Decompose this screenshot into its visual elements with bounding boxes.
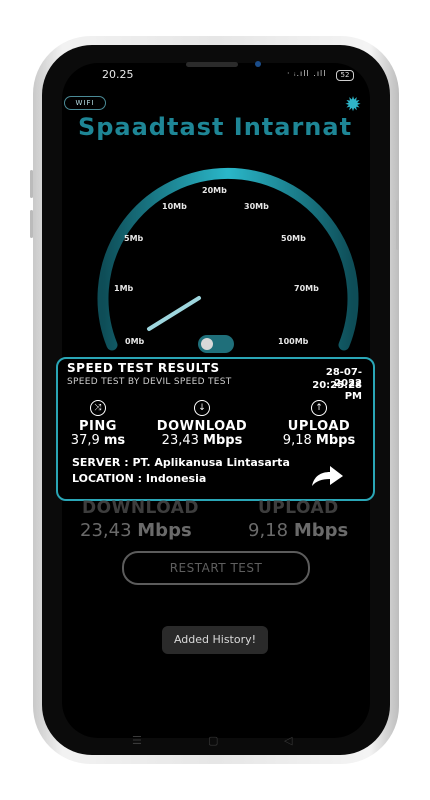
summary-download-value-row: 23,43 Mbps bbox=[80, 520, 192, 541]
results-time: 20:25:28 PM bbox=[312, 380, 362, 402]
summary-upload-unit: Mbps bbox=[293, 520, 349, 541]
summary-download-label: DOWNLOAD bbox=[82, 498, 200, 518]
ping-metric: ⤨ PING 37,9 ms bbox=[64, 400, 132, 448]
ping-value-row: 37,9 ms bbox=[64, 433, 132, 448]
toggle-knob[interactable] bbox=[201, 338, 213, 350]
share-arrow-icon[interactable] bbox=[310, 465, 344, 487]
upload-metric: ↑ UPLOAD 9,18 Mbps bbox=[274, 400, 364, 448]
gauge-label-5: 5Mb bbox=[124, 234, 144, 243]
volume-down-button bbox=[30, 210, 33, 238]
wifi-badge[interactable]: WIFI bbox=[64, 96, 106, 110]
results-subtitle: SPEED TEST BY DEVIL SPEED TEST bbox=[67, 377, 232, 387]
download-unit: Mbps bbox=[203, 433, 243, 448]
download-value-row: 23,43 Mbps bbox=[152, 433, 252, 448]
results-title: SPEED TEST RESULTS bbox=[67, 361, 220, 375]
arrow-up-circle-icon: ↑ bbox=[311, 400, 327, 416]
summary-download-unit: Mbps bbox=[137, 520, 192, 541]
battery-icon: 52 bbox=[336, 70, 354, 81]
nav-home-icon[interactable]: ▢ bbox=[208, 734, 218, 747]
gauge-label-50: 50Mb bbox=[281, 234, 306, 243]
download-label: DOWNLOAD bbox=[156, 419, 248, 434]
summary-download-value: 23,43 bbox=[80, 520, 132, 541]
upload-value-row: 9,18 Mbps bbox=[274, 433, 364, 448]
camera bbox=[255, 61, 261, 67]
ping-value: 37,9 bbox=[70, 433, 100, 448]
speaker bbox=[186, 62, 238, 67]
app-title: Spaadtast Intarnat bbox=[77, 113, 353, 141]
gauge-label-100: 100Mb bbox=[278, 337, 309, 346]
gauge-label-0: 0Mb bbox=[125, 337, 145, 346]
server-info: SERVER : PT. Aplikanusa Lintasarta bbox=[72, 456, 290, 469]
signal-icons: · ᵢ.ıll .ıll bbox=[287, 69, 327, 78]
download-value: 23,43 bbox=[161, 433, 199, 448]
nav-menu-icon[interactable]: ☰ bbox=[132, 734, 142, 747]
shuffle-icon: ⤨ bbox=[90, 400, 106, 416]
toast-message: Added History! bbox=[162, 626, 268, 654]
download-metric: ↓ DOWNLOAD 23,43 Mbps bbox=[152, 400, 252, 448]
gauge-needle bbox=[147, 296, 201, 331]
upload-label: UPLOAD bbox=[287, 419, 351, 434]
location-info: LOCATION : Indonesia bbox=[72, 472, 207, 485]
summary-upload-value: 9,18 bbox=[248, 520, 289, 541]
summary-upload-label: UPLOAD bbox=[258, 498, 339, 518]
summary-upload-value-row: 9,18 Mbps bbox=[248, 520, 348, 541]
status-time: 20.25 bbox=[102, 68, 134, 81]
restart-test-button[interactable]: RESTART TEST bbox=[122, 551, 310, 585]
upload-value: 9,18 bbox=[282, 433, 312, 448]
ping-unit: ms bbox=[103, 433, 126, 448]
gauge-label-1: 1Mb bbox=[114, 284, 134, 293]
volume-up-button bbox=[30, 170, 33, 198]
gauge-label-10: 10Mb bbox=[162, 202, 187, 211]
nav-back-icon[interactable]: ◁ bbox=[284, 734, 292, 747]
upload-unit: Mbps bbox=[315, 433, 356, 448]
arrow-down-circle-icon: ↓ bbox=[194, 400, 210, 416]
gauge-label-20: 20Mb bbox=[202, 186, 227, 195]
gauge-label-30: 30Mb bbox=[244, 202, 269, 211]
power-button bbox=[396, 200, 399, 250]
gauge-label-70: 70Mb bbox=[294, 284, 319, 293]
ping-label: PING bbox=[79, 419, 117, 434]
gauge-arc bbox=[97, 168, 359, 351]
